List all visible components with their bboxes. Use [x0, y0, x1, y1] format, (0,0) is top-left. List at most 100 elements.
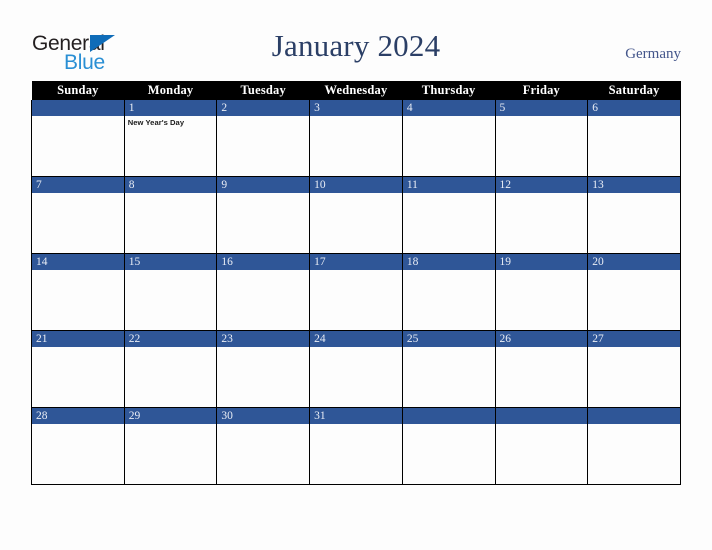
day-body[interactable]	[217, 270, 309, 330]
day-body[interactable]	[310, 270, 402, 330]
calendar-day-cell[interactable]: 31	[309, 407, 403, 485]
calendar-day-cell[interactable]: 30	[216, 407, 311, 485]
day-body[interactable]	[217, 193, 309, 253]
day-number: 14	[32, 254, 124, 270]
day-number	[402, 408, 495, 424]
day-body[interactable]	[310, 347, 402, 407]
page-header: General Blue January 2024 Germany	[0, 0, 712, 78]
day-body[interactable]	[125, 347, 217, 407]
weekday-header-saturday: Saturday	[587, 81, 681, 100]
calendar-day-cell[interactable]: 21	[31, 330, 125, 408]
day-body[interactable]	[496, 270, 588, 330]
page-title: January 2024	[271, 28, 441, 63]
day-body[interactable]	[588, 270, 680, 330]
day-body[interactable]	[125, 270, 217, 330]
day-number: 12	[495, 177, 588, 193]
day-body[interactable]	[217, 424, 309, 484]
day-number: 30	[217, 408, 310, 424]
calendar-day-cell[interactable]: 26	[494, 330, 589, 408]
calendar-day-cell[interactable]: 20	[587, 253, 681, 331]
calendar-day-cell[interactable]: 4	[401, 100, 496, 177]
day-number: 20	[588, 254, 680, 270]
day-number: 29	[124, 408, 217, 424]
weekday-header-friday: Friday	[495, 81, 588, 100]
calendar-day-cell[interactable]: 17	[309, 253, 403, 331]
day-body[interactable]	[403, 424, 495, 484]
day-body[interactable]	[403, 270, 495, 330]
calendar-week-row: 14 15 16 17 18 19 20	[31, 253, 681, 331]
day-number: 3	[310, 100, 402, 116]
calendar-day-cell[interactable]: 24	[309, 330, 403, 408]
calendar-day-cell[interactable]	[587, 407, 681, 485]
calendar-day-cell[interactable]: 16	[216, 253, 311, 331]
calendar-day-cell[interactable]: 6	[587, 100, 681, 177]
calendar-day-cell[interactable]: 28	[31, 407, 125, 485]
day-body[interactable]	[32, 270, 124, 330]
day-body[interactable]	[496, 347, 588, 407]
day-number: 6	[588, 100, 680, 116]
calendar-day-cell[interactable]	[494, 407, 589, 485]
day-body[interactable]	[125, 424, 217, 484]
calendar-day-cell[interactable]: 13	[587, 176, 681, 254]
calendar-day-cell[interactable]: 23	[216, 330, 311, 408]
day-body[interactable]	[403, 193, 495, 253]
day-body[interactable]	[310, 193, 402, 253]
day-body[interactable]	[217, 347, 309, 407]
calendar-day-cell[interactable]: 11	[401, 176, 496, 254]
day-number: 9	[217, 177, 310, 193]
weekday-header-tuesday: Tuesday	[216, 81, 310, 100]
day-body[interactable]	[32, 424, 124, 484]
day-number: 27	[588, 331, 680, 347]
day-number: 24	[310, 331, 402, 347]
day-body[interactable]	[217, 116, 309, 176]
day-body[interactable]	[588, 424, 680, 484]
day-body[interactable]: New Year's Day	[125, 116, 217, 176]
day-body[interactable]	[496, 116, 588, 176]
calendar-day-cell[interactable]: 5	[494, 100, 589, 177]
day-number: 18	[402, 254, 495, 270]
day-body[interactable]	[588, 347, 680, 407]
calendar-day-cell[interactable]: 10	[309, 176, 403, 254]
calendar-day-cell[interactable]: 18	[401, 253, 496, 331]
calendar-day-cell[interactable]: 7	[31, 176, 125, 254]
day-number	[32, 100, 124, 116]
weekday-header-wednesday: Wednesday	[309, 81, 403, 100]
calendar-day-cell[interactable]: 9	[216, 176, 311, 254]
calendar-day-cell[interactable]: 12	[494, 176, 589, 254]
day-body[interactable]	[496, 424, 588, 484]
day-body[interactable]	[32, 347, 124, 407]
day-number: 4	[402, 100, 495, 116]
day-number: 23	[217, 331, 310, 347]
calendar-day-cell[interactable]	[31, 100, 125, 177]
day-body[interactable]	[32, 116, 124, 176]
day-number: 5	[495, 100, 588, 116]
day-number: 7	[32, 177, 124, 193]
calendar-body: 1 New Year's Day 2 3 4 5 6 7 8 9 10 11 12…	[31, 100, 681, 485]
day-body[interactable]	[588, 193, 680, 253]
calendar-day-cell[interactable]: 22	[123, 330, 218, 408]
day-number: 8	[124, 177, 217, 193]
day-body[interactable]	[588, 116, 680, 176]
calendar-day-cell[interactable]: 1 New Year's Day	[123, 100, 218, 177]
calendar-day-cell[interactable]: 25	[401, 330, 496, 408]
day-body[interactable]	[125, 193, 217, 253]
day-body[interactable]	[403, 116, 495, 176]
calendar-day-cell[interactable]: 3	[309, 100, 403, 177]
calendar-day-cell[interactable]: 15	[123, 253, 218, 331]
calendar-day-cell[interactable]: 19	[494, 253, 589, 331]
calendar-day-cell[interactable]	[401, 407, 496, 485]
day-number: 28	[32, 408, 124, 424]
weekday-header-sunday: Sunday	[31, 81, 125, 100]
calendar-day-cell[interactable]: 27	[587, 330, 681, 408]
calendar-day-cell[interactable]: 8	[123, 176, 218, 254]
calendar-day-cell[interactable]: 2	[216, 100, 311, 177]
day-body[interactable]	[310, 116, 402, 176]
calendar-day-cell[interactable]: 29	[123, 407, 218, 485]
day-body[interactable]	[403, 347, 495, 407]
day-body[interactable]	[496, 193, 588, 253]
day-body[interactable]	[32, 193, 124, 253]
day-number: 1	[124, 100, 217, 116]
weekday-header-thursday: Thursday	[402, 81, 496, 100]
calendar-day-cell[interactable]: 14	[31, 253, 125, 331]
day-body[interactable]	[310, 424, 402, 484]
